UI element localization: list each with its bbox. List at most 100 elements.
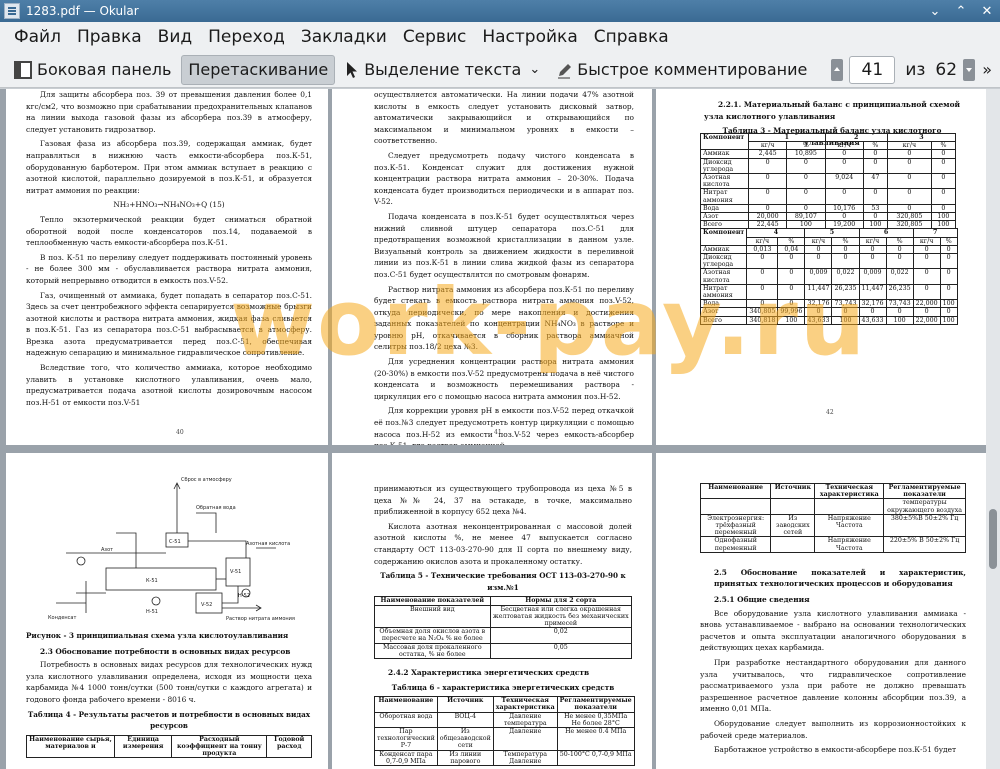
document-viewport[interactable]: Для защиты абсорбера поз. 39 от превышен… — [0, 89, 986, 769]
page-total: 62 — [935, 59, 958, 80]
table-cell: 0 — [862, 188, 888, 205]
page-number: 41 — [494, 429, 502, 436]
sidebar-button[interactable]: Боковая панель — [8, 55, 177, 85]
table-cell: 0 — [831, 253, 860, 270]
table-cell: кг/ч — [804, 236, 833, 246]
table-cell: Азотная кислота — [700, 173, 749, 190]
table-cell: Пар технологический Р-7 — [374, 726, 438, 751]
menu-settings[interactable]: Настройка — [474, 22, 585, 52]
menu-go[interactable]: Переход — [200, 22, 293, 52]
paragraph: Барботажное устройство в емкости-абсорбе… — [714, 745, 957, 755]
page-number: 40 — [176, 429, 184, 436]
close-icon[interactable]: ✕ — [977, 2, 997, 20]
table-cell: 0 — [747, 188, 788, 205]
table-cell: температуры окружающего воздуха — [883, 498, 966, 515]
table-header-cell: 1 — [748, 132, 826, 143]
next-page-icon[interactable] — [963, 58, 976, 81]
table-cell: 0 — [747, 203, 788, 214]
diagram-label: Н-52 — [238, 593, 250, 599]
table-row: Наименование показателей Нормы для 2 сорт… — [374, 596, 633, 606]
menu-view[interactable]: Вид — [150, 22, 200, 52]
table-cell: 0 — [786, 157, 826, 175]
menu-help[interactable]: Справка — [586, 22, 677, 52]
subsection-heading: 2.5.1 Общие сведения — [714, 595, 810, 605]
table-cell — [814, 498, 885, 515]
more-actions-icon[interactable]: » — [982, 60, 992, 79]
table-cell: 320,805 — [886, 212, 932, 222]
table-cell: 100 — [939, 299, 958, 309]
vertical-scrollbar[interactable] — [986, 89, 1000, 769]
quick-annotate-button[interactable]: Быстрое комментирование — [550, 55, 813, 85]
table-row: Наименование Источник Техническая характер… — [374, 696, 635, 713]
page-number-input[interactable]: 41 — [849, 55, 896, 84]
table-cell: Нитрат аммония — [700, 188, 749, 205]
table-header-cell: 7 — [912, 228, 958, 238]
paragraph: Следует предусмотреть подачу чистого кон… — [374, 150, 634, 207]
page-41: осуществляется автоматически. На линии п… — [332, 89, 652, 445]
menu-bookmarks[interactable]: Закладки — [293, 22, 395, 52]
menu-edit[interactable]: Правка — [69, 22, 150, 52]
title-bar: 1283.pdf — Okular ⌄ ⌃ ✕ — [0, 0, 1000, 22]
page-44: принимаються из существующего трубопрово… — [332, 453, 652, 769]
table-cell: 10,176 — [824, 203, 864, 214]
table-row: Наименование сырья, материалов и Единица … — [26, 734, 312, 759]
page-43-text: Рисунок - 3 принципиальная схема узла ки… — [26, 627, 312, 759]
table-cell: 89,107 — [786, 212, 826, 222]
diagram-label: Азотная кислота — [246, 541, 290, 547]
table-cell: 26,235 — [885, 283, 914, 301]
table-row: Аммиак 2,445 10,895 0 0 0 0 — [700, 149, 957, 159]
table-cell: 0 — [862, 149, 888, 159]
table-cell: Из линии парового — [436, 749, 494, 766]
paragraph: При разработке нестандартного оборудован… — [700, 657, 966, 714]
table-cell: % — [939, 236, 958, 246]
text-select-button[interactable]: Выделение текста ⌄ — [339, 55, 546, 85]
table-row: Внешний вид Бесцветная или слегка окрашен… — [374, 604, 633, 629]
table-header-cell: Техническая характеристика — [814, 482, 885, 500]
table-cell: 0 — [939, 283, 958, 301]
menu-tools[interactable]: Сервис — [395, 22, 475, 52]
table-row: Аммиак 0,013 0,04 0 0 0 0 0 0 — [699, 244, 958, 255]
menu-file[interactable]: Файл — [6, 22, 69, 52]
table-cell: 0 — [930, 203, 957, 214]
chevron-down-icon[interactable]: ⌄ — [529, 62, 540, 77]
table-cell: 0 — [886, 149, 932, 159]
table-cell: 0,02 — [489, 627, 633, 644]
process-diagram: Сброс в атмосферу Азот C-51 К-51 V-51 V-… — [48, 477, 295, 622]
diagram-label: C-51 — [169, 539, 181, 545]
table-header-cell: 6 — [858, 228, 914, 238]
table-cell: 220±5% В 50±2% Гц — [883, 536, 966, 553]
table-cell: Конденсат пара 0,7-0,9 МПа — [374, 749, 438, 766]
table-cell: 0 — [824, 212, 864, 222]
diagram-label: Конденсат — [48, 615, 76, 621]
section-heading: 2.5 Обоснование показателей и характерис… — [714, 567, 966, 589]
table-cell: 0 — [939, 268, 958, 285]
table-cell: 0 — [804, 253, 833, 270]
table-cell: 0 — [858, 253, 887, 270]
table-cell: 10,895 — [786, 149, 826, 159]
paragraph: Для коррекции уровня рН в емкости поз.V-… — [374, 406, 634, 445]
table-cell: Из заводских сетей — [770, 513, 816, 538]
section-heading: 2.2.1. Материальный баланс с принципиаль… — [704, 100, 960, 121]
paragraph: Тепло экзотермической реакции будет сним… — [26, 214, 312, 248]
table-header-cell: 4 — [746, 228, 806, 238]
table-header-cell: Регламентируемые показатели — [883, 482, 966, 500]
table-header-cell: Нормы для 2 сорта — [489, 596, 633, 606]
drag-mode-button[interactable]: Перетаскивание — [181, 54, 336, 85]
page-45-text: Наименование Источник Техническая характер… — [699, 482, 966, 759]
scrollbar-thumb[interactable] — [989, 509, 997, 569]
table-row: Массовая доля прокаленного остатка, % не… — [374, 642, 633, 659]
table-cell: 0 — [886, 203, 932, 214]
table-cell: Напряжение Частота — [814, 536, 885, 553]
table-cell: ВОЦ-4 — [436, 711, 494, 728]
maximize-icon[interactable]: ⌃ — [951, 2, 971, 20]
table-cell: 100 — [930, 212, 957, 222]
cursor-icon — [347, 61, 358, 78]
table-header-cell: Компонент — [699, 228, 748, 246]
table-cell: 0 — [930, 173, 957, 190]
previous-page-icon[interactable] — [831, 58, 844, 81]
table-cell: Внешний вид — [374, 604, 491, 629]
watermark: work-pay.ru — [230, 269, 868, 376]
minimize-icon[interactable]: ⌄ — [925, 2, 945, 20]
table-cell: Давление — [492, 726, 558, 751]
table-cell: 0 — [886, 173, 932, 190]
